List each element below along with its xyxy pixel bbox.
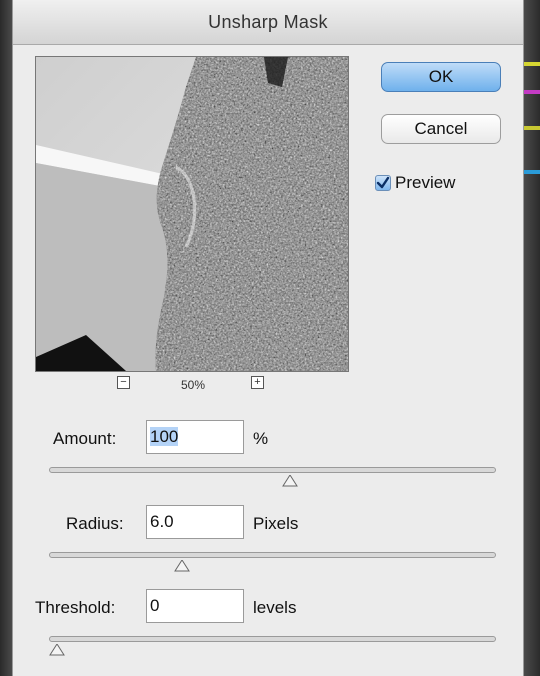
threshold-slider-track[interactable] <box>49 636 496 642</box>
radius-slider-track[interactable] <box>49 552 496 558</box>
color-swatch-yellow-2 <box>524 126 540 130</box>
amount-slider-track[interactable] <box>49 467 496 473</box>
amount-unit: % <box>253 429 269 448</box>
radius-unit: Pixels <box>253 514 299 533</box>
preview-checkbox[interactable] <box>375 175 391 191</box>
threshold-slider-thumb[interactable] <box>49 644 65 656</box>
zoom-out-button[interactable]: − <box>117 376 130 389</box>
color-swatch-magenta <box>524 90 540 94</box>
zoom-level-label: 50% <box>181 378 206 392</box>
preview-checkbox-row[interactable]: Preview <box>375 172 455 194</box>
amount-input[interactable]: 100 <box>146 420 244 454</box>
zoom-in-button[interactable]: + <box>251 376 264 389</box>
filter-preview-image[interactable] <box>35 56 349 372</box>
background-app-left <box>0 0 12 676</box>
color-swatch-blue <box>524 170 540 174</box>
amount-value: 100 <box>150 427 179 446</box>
cancel-button[interactable]: Cancel <box>381 114 501 144</box>
amount-slider-thumb[interactable] <box>281 475 298 487</box>
radius-input[interactable]: 6.0 <box>146 505 244 539</box>
threshold-label: Threshold: <box>35 598 116 617</box>
radius-label: Radius: <box>66 514 124 533</box>
background-app-right <box>524 0 540 676</box>
ok-button[interactable]: OK <box>381 62 501 92</box>
unsharp-mask-dialog: Unsharp Mask − 50% + OK Cancel Preview A… <box>12 0 524 676</box>
checkmark-icon <box>376 176 390 189</box>
dialog-title: Unsharp Mask <box>13 0 523 45</box>
radius-slider-thumb[interactable] <box>174 560 190 572</box>
threshold-input[interactable]: 0 <box>146 589 244 623</box>
preview-photo <box>36 57 348 371</box>
amount-label: Amount: <box>53 429 117 448</box>
threshold-unit: levels <box>253 598 297 617</box>
preview-checkbox-label: Preview <box>395 173 456 192</box>
color-swatch-yellow <box>524 62 540 66</box>
